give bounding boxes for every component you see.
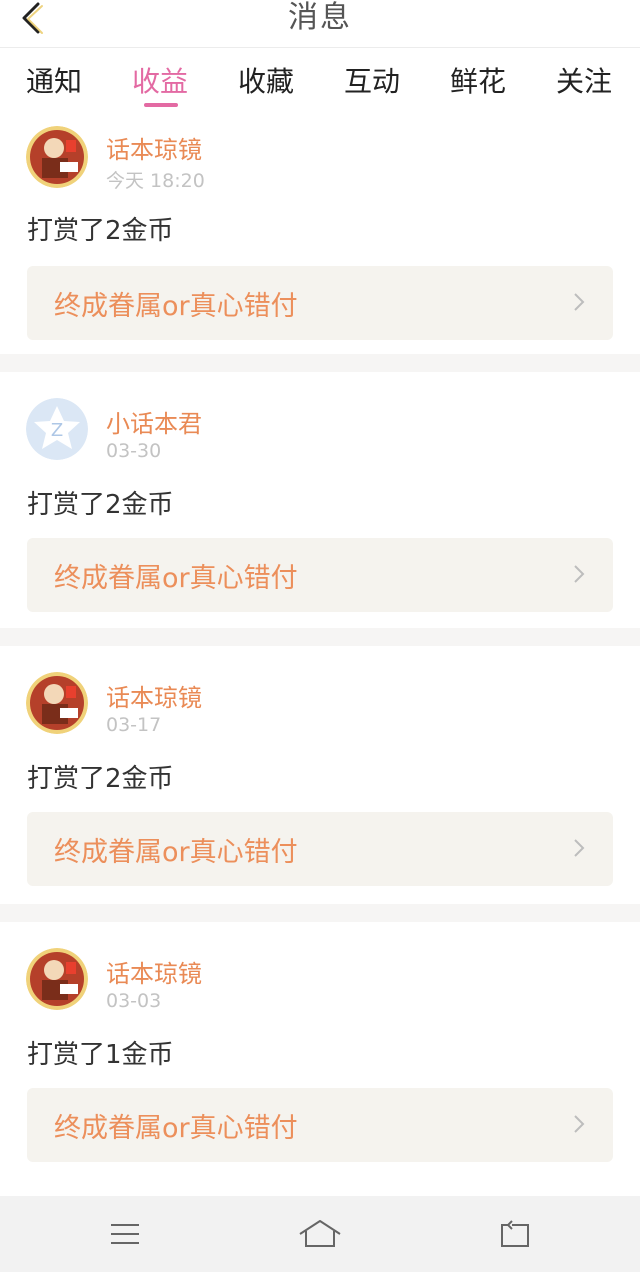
message-card: 话本琼镜 今天 18:20 打赏了2金币 终成眷属or真心错付 xyxy=(0,116,640,354)
top-bar: 消息 xyxy=(0,0,640,48)
work-link[interactable]: 终成眷属or真心错付 xyxy=(27,266,613,340)
chevron-right-icon xyxy=(574,839,585,857)
svg-text:Z: Z xyxy=(51,420,63,441)
tab-favorites[interactable]: 收藏 xyxy=(224,60,308,110)
tab-label: 通知 xyxy=(25,65,82,98)
work-title: 终成眷属or真心错付 xyxy=(54,1113,298,1144)
tab-label: 收藏 xyxy=(237,65,294,98)
avatar[interactable]: Z xyxy=(26,398,88,460)
tab-interaction[interactable]: 互动 xyxy=(330,60,414,110)
timestamp: 03-17 xyxy=(106,714,162,736)
avatar[interactable] xyxy=(26,126,88,188)
timestamp: 03-03 xyxy=(106,990,162,1012)
active-tab-indicator xyxy=(144,103,178,107)
avatar[interactable] xyxy=(26,948,88,1010)
divider xyxy=(0,354,640,372)
default-star-avatar-icon: Z xyxy=(26,398,88,460)
reward-text: 打赏了2金币 xyxy=(27,764,174,794)
username[interactable]: 小话本君 xyxy=(106,404,202,439)
work-link[interactable]: 终成眷属or真心错付 xyxy=(27,1088,613,1162)
divider xyxy=(0,904,640,922)
reward-text: 打赏了1金币 xyxy=(27,1040,174,1070)
work-title: 终成眷属or真心错付 xyxy=(54,291,298,322)
message-card: 话本琼镜 03-17 打赏了2金币 终成眷属or真心错付 xyxy=(0,646,640,904)
menu-button[interactable] xyxy=(100,1214,150,1254)
cartoon-avatar-icon xyxy=(26,672,88,734)
page-title: 消息 xyxy=(288,0,352,35)
back-nav-button[interactable] xyxy=(490,1214,540,1254)
tab-label: 关注 xyxy=(555,65,612,98)
menu-icon xyxy=(111,1224,139,1244)
username[interactable]: 话本琼镜 xyxy=(106,130,202,165)
cartoon-avatar-icon xyxy=(26,948,88,1010)
work-title: 终成眷属or真心错付 xyxy=(54,837,298,868)
cartoon-avatar-icon xyxy=(26,126,88,188)
timestamp: 03-30 xyxy=(106,440,162,462)
tab-follow[interactable]: 关注 xyxy=(542,60,626,110)
chevron-right-icon xyxy=(574,1115,585,1133)
home-icon xyxy=(299,1220,341,1247)
tab-label: 互动 xyxy=(343,65,400,98)
chevron-right-icon xyxy=(574,565,585,583)
username[interactable]: 话本琼镜 xyxy=(106,678,202,713)
avatar[interactable] xyxy=(26,672,88,734)
tab-label: 收益 xyxy=(131,65,188,98)
reward-text: 打赏了2金币 xyxy=(27,490,174,520)
work-link[interactable]: 终成眷属or真心错付 xyxy=(27,812,613,886)
system-nav-bar xyxy=(0,1196,640,1272)
timestamp: 今天 18:20 xyxy=(106,170,205,192)
message-card: 话本琼镜 03-03 打赏了1金币 终成眷属or真心错付 xyxy=(0,922,640,1180)
work-title: 终成眷属or真心错付 xyxy=(54,563,298,594)
back-icon xyxy=(501,1220,529,1247)
tab-notice[interactable]: 通知 xyxy=(12,60,96,110)
reward-text: 打赏了2金币 xyxy=(27,216,174,246)
tab-flowers[interactable]: 鲜花 xyxy=(436,60,520,110)
work-link[interactable]: 终成眷属or真心错付 xyxy=(27,538,613,612)
username[interactable]: 话本琼镜 xyxy=(106,954,202,989)
home-button[interactable] xyxy=(295,1214,345,1254)
tab-earnings[interactable]: 收益 xyxy=(118,60,202,110)
tab-label: 鲜花 xyxy=(449,65,506,98)
message-card: Z 小话本君 03-30 打赏了2金币 终成眷属or真心错付 xyxy=(0,372,640,628)
chevron-right-icon xyxy=(574,293,585,311)
divider xyxy=(0,628,640,646)
tab-bar: 通知 收益 收藏 互动 鲜花 关注 xyxy=(0,50,640,112)
